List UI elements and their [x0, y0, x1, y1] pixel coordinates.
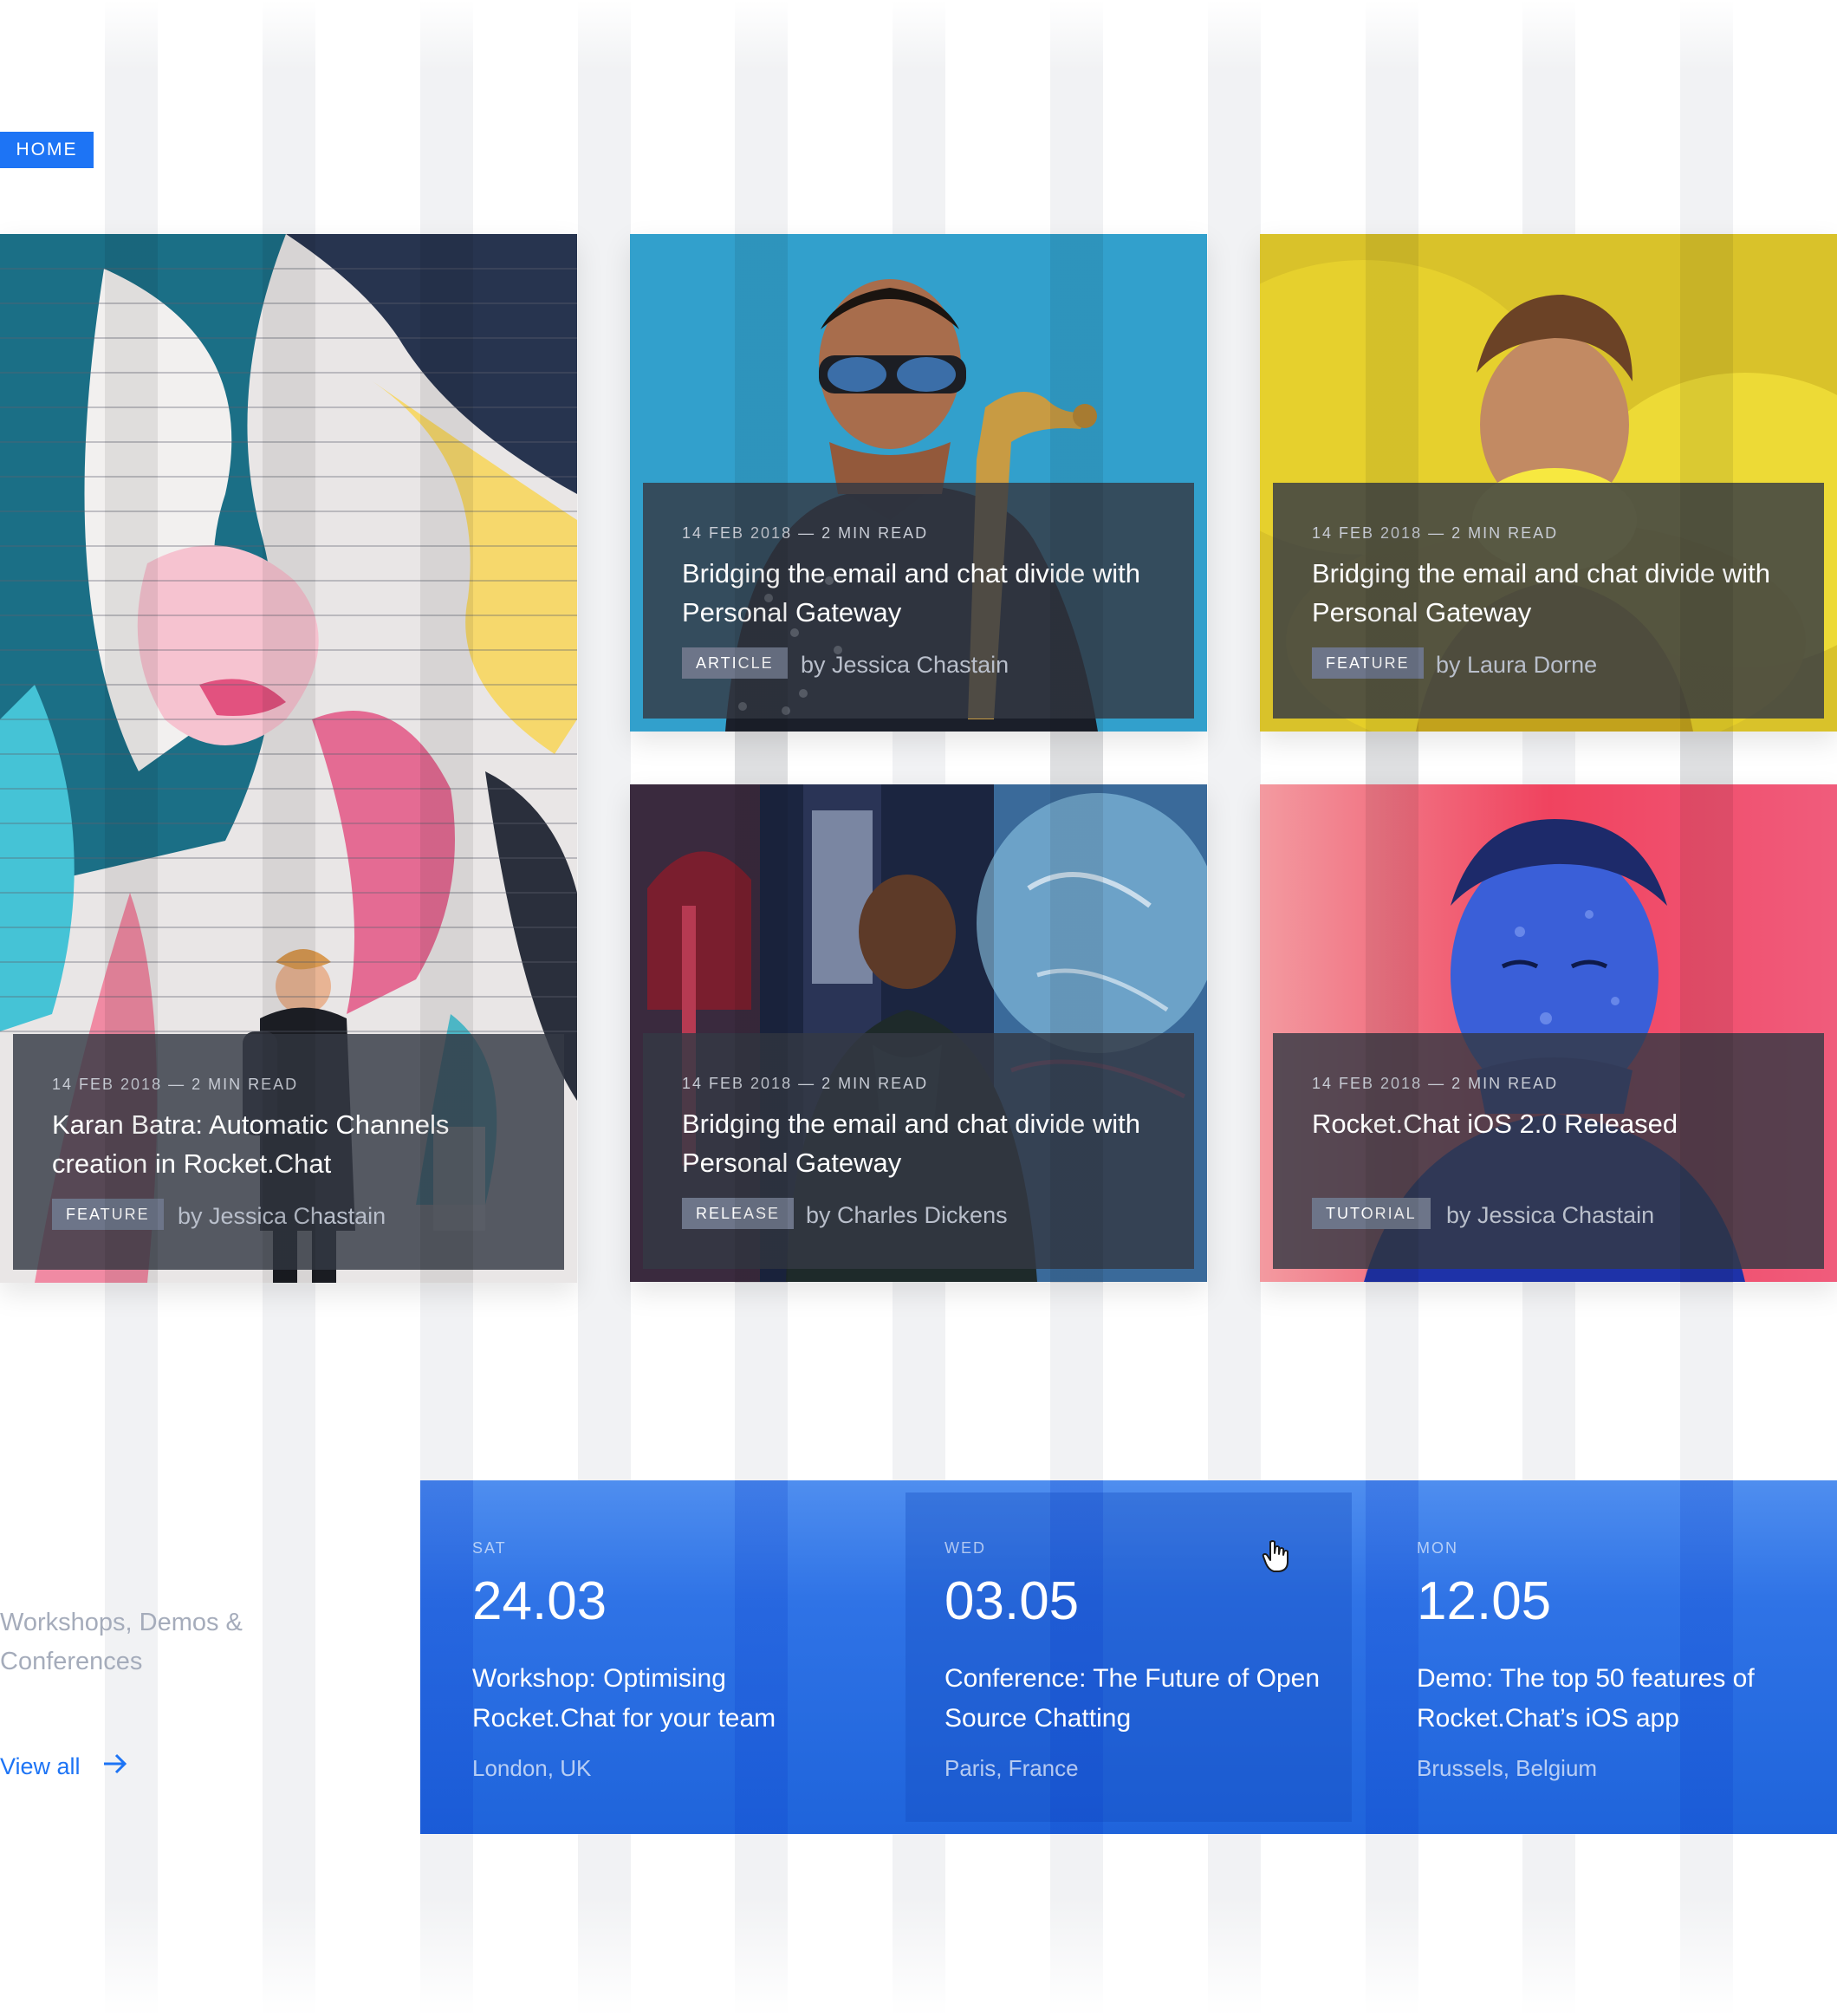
- post-meta: 14 FEB 2018 — 2 MIN READ: [1312, 1075, 1559, 1092]
- post-info-panel: 14 FEB 2018 — 2 MIN READ Karan Batra: Au…: [13, 1034, 564, 1270]
- post-meta: 14 FEB 2018 — 2 MIN READ: [1312, 524, 1559, 542]
- post-tag[interactable]: FEATURE: [52, 1199, 164, 1230]
- event-date: 12.05: [1417, 1571, 1552, 1631]
- event-title[interactable]: Workshop: Optimising Rocket.Chat for you…: [472, 1659, 871, 1739]
- event-location: Paris, France: [944, 1755, 1079, 1781]
- event-date: 24.03: [472, 1571, 607, 1631]
- post-title[interactable]: Karan Batra: Automatic Channels creation…: [52, 1105, 529, 1183]
- arrow-right-icon[interactable]: [102, 1753, 128, 1775]
- event-date: 03.05: [944, 1571, 1080, 1631]
- post-card[interactable]: 14 FEB 2018 — 2 MIN READ Bridging the em…: [630, 234, 1207, 732]
- post-tag[interactable]: ARTICLE: [682, 647, 788, 679]
- post-meta: 14 FEB 2018 — 2 MIN READ: [52, 1076, 299, 1093]
- post-card[interactable]: 14 FEB 2018 — 2 MIN READ Rocket.Chat iOS…: [1260, 784, 1837, 1282]
- breadcrumb-home[interactable]: HOME: [0, 132, 94, 168]
- event-title[interactable]: Demo: The top 50 features of Rocket.Chat…: [1417, 1659, 1815, 1739]
- post-title[interactable]: Bridging the email and chat divide with …: [1312, 554, 1789, 632]
- post-author[interactable]: by Jessica Chastain: [1446, 1198, 1654, 1232]
- event-day: MON: [1417, 1539, 1458, 1557]
- post-info-panel: 14 FEB 2018 — 2 MIN READ Rocket.Chat iOS…: [1273, 1033, 1824, 1269]
- event-title[interactable]: Conference: The Future of Open Source Ch…: [944, 1659, 1343, 1739]
- post-title[interactable]: Bridging the email and chat divide with …: [682, 1104, 1159, 1182]
- post-author[interactable]: by Charles Dickens: [806, 1198, 1008, 1232]
- post-card[interactable]: 14 FEB 2018 — 2 MIN READ Karan Batra: Au…: [0, 234, 577, 1283]
- post-tag[interactable]: RELEASE: [682, 1198, 795, 1229]
- post-author[interactable]: by Jessica Chastain: [178, 1199, 386, 1233]
- post-title[interactable]: Rocket.Chat iOS 2.0 Released: [1312, 1104, 1789, 1143]
- event-location: Brussels, Belgium: [1417, 1755, 1598, 1781]
- event-location: London, UK: [472, 1755, 592, 1781]
- post-tag[interactable]: TUTORIAL: [1312, 1198, 1431, 1229]
- post-author[interactable]: by Jessica Chastain: [801, 647, 1009, 682]
- event-day: SAT: [472, 1539, 507, 1557]
- post-title[interactable]: Bridging the email and chat divide with …: [682, 554, 1159, 632]
- event-day: WED: [944, 1539, 986, 1557]
- hand-pointer-icon: [1262, 1540, 1288, 1572]
- post-meta: 14 FEB 2018 — 2 MIN READ: [682, 524, 929, 542]
- post-author[interactable]: by Laura Dorne: [1436, 647, 1597, 682]
- post-tag[interactable]: FEATURE: [1312, 647, 1424, 679]
- post-info-panel: 14 FEB 2018 — 2 MIN READ Bridging the em…: [643, 1033, 1194, 1269]
- view-all-link[interactable]: View all: [0, 1749, 81, 1784]
- post-card[interactable]: 14 FEB 2018 — 2 MIN READ Bridging the em…: [630, 784, 1207, 1282]
- post-meta: 14 FEB 2018 — 2 MIN READ: [682, 1075, 929, 1092]
- post-card[interactable]: 14 FEB 2018 — 2 MIN READ Bridging the em…: [1260, 234, 1837, 732]
- post-info-panel: 14 FEB 2018 — 2 MIN READ Bridging the em…: [643, 483, 1194, 719]
- post-info-panel: 14 FEB 2018 — 2 MIN READ Bridging the em…: [1273, 483, 1824, 719]
- events-section-title: Workshops, Demos & Conferences: [0, 1609, 243, 1675]
